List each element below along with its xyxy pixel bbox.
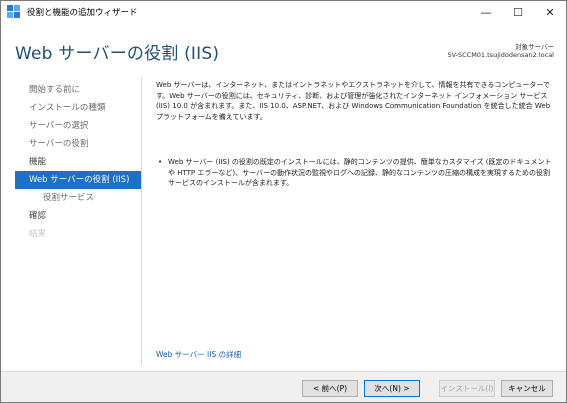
install-button[interactable]: インストール(I) <box>439 380 495 397</box>
wizard-window: 役割と機能の追加ウィザード — ☐ ✕ Web サーバーの役割 (IIS) 対象… <box>0 0 567 403</box>
nav-item[interactable]: 役割サービス <box>15 189 141 207</box>
wizard-nav: 開始する前に インストールの種類 サーバーの選択 サーバーの役割 機能 Web サーバーの… <box>15 81 141 243</box>
server-manager-icon <box>7 5 21 19</box>
nav-divider <box>141 77 142 365</box>
intro-paragraph: Web サーバーは、インターネット、またはイントラネットやエクストラネットを介し… <box>156 81 551 121</box>
nav-item[interactable]: Web サーバーの役割 (IIS) <box>15 171 141 189</box>
target-server-label: 対象サーバー <box>515 43 554 51</box>
next-button[interactable]: 次へ(N) > <box>364 380 420 397</box>
maximize-button[interactable]: ☐ <box>502 1 534 23</box>
nav-item[interactable]: サーバーの選択 <box>15 117 141 135</box>
window-controls: — ☐ ✕ <box>470 1 566 23</box>
more-info-link[interactable]: Web サーバー IIS の詳細 <box>156 349 241 360</box>
window-title: 役割と機能の追加ウィザード <box>27 8 138 18</box>
close-button[interactable]: ✕ <box>534 1 566 23</box>
minimize-button[interactable]: — <box>470 1 502 23</box>
nav-item[interactable]: 開始する前に <box>15 81 141 99</box>
bullet-dot: • <box>158 158 163 166</box>
main-content: Web サーバーは、インターネット、またはイントラネットやエクストラネットを介し… <box>156 80 556 122</box>
bullet-text: Web サーバー (IIS) の役割の既定のインストールには、静的コンテンツの提… <box>168 158 552 187</box>
bullet-item: • Web サーバー (IIS) の役割の既定のインストールには、静的コンテンツ… <box>156 157 556 189</box>
footer: < 前へ(P) 次へ(N) > インストール(I) キャンセル <box>1 371 566 402</box>
nav-item[interactable]: サーバーの役割 <box>15 135 141 153</box>
page-title: Web サーバーの役割 (IIS) <box>15 44 220 64</box>
title-bar[interactable]: 役割と機能の追加ウィザード — ☐ ✕ <box>1 1 566 23</box>
nav-item: 結果 <box>29 229 47 239</box>
nav-item[interactable]: 確認 <box>15 207 141 225</box>
target-server-name: SV-SCCM01.tsujidodensan2.local <box>447 51 554 59</box>
cancel-button[interactable]: キャンセル <box>501 380 553 397</box>
previous-button[interactable]: < 前へ(P) <box>302 380 358 397</box>
nav-item[interactable]: インストールの種類 <box>15 99 141 117</box>
nav-item[interactable]: 機能 <box>15 153 141 171</box>
